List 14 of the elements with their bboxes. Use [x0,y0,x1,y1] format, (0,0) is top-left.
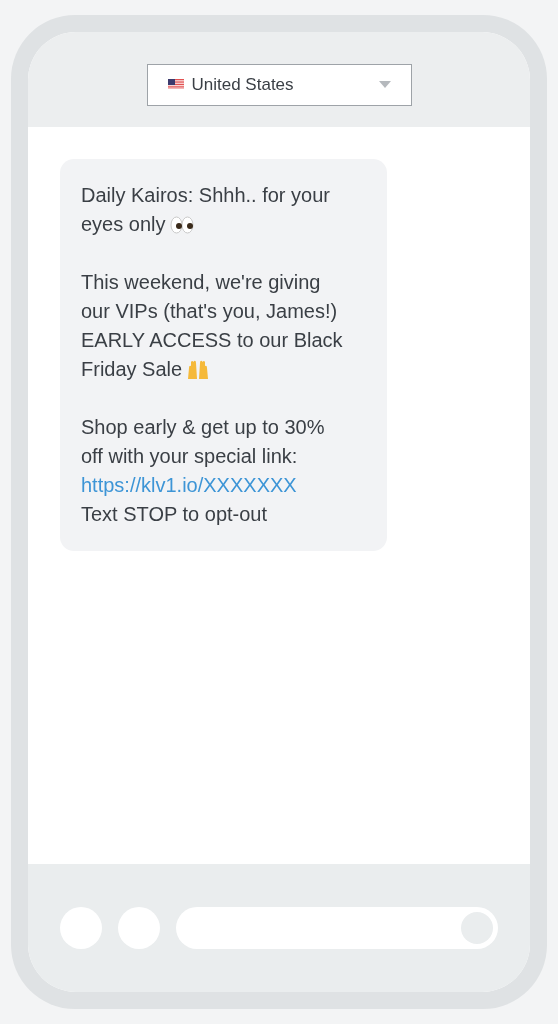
caret-icon [378,81,391,88]
message-text: This weekend, we're giving [81,270,321,295]
message-text: Text STOP to opt-out [81,502,268,527]
message-text: our VIPs (that's you, James!) [81,299,338,324]
message-text: Friday Sale [81,357,183,382]
eyes-icon [169,214,194,235]
message-text: Daily Kairos: Shhh.. for your [81,183,330,208]
message-text: Shop early & get up to 30% [81,415,325,440]
raised-hands-icon [186,358,211,381]
country-dropdown[interactable]: United States [146,63,412,106]
message-text: eyes only [81,212,166,237]
flag-icon [167,79,184,90]
message-text: EARLY ACCESS to our Black [81,328,343,353]
message-text: off with your special link: [81,444,298,469]
